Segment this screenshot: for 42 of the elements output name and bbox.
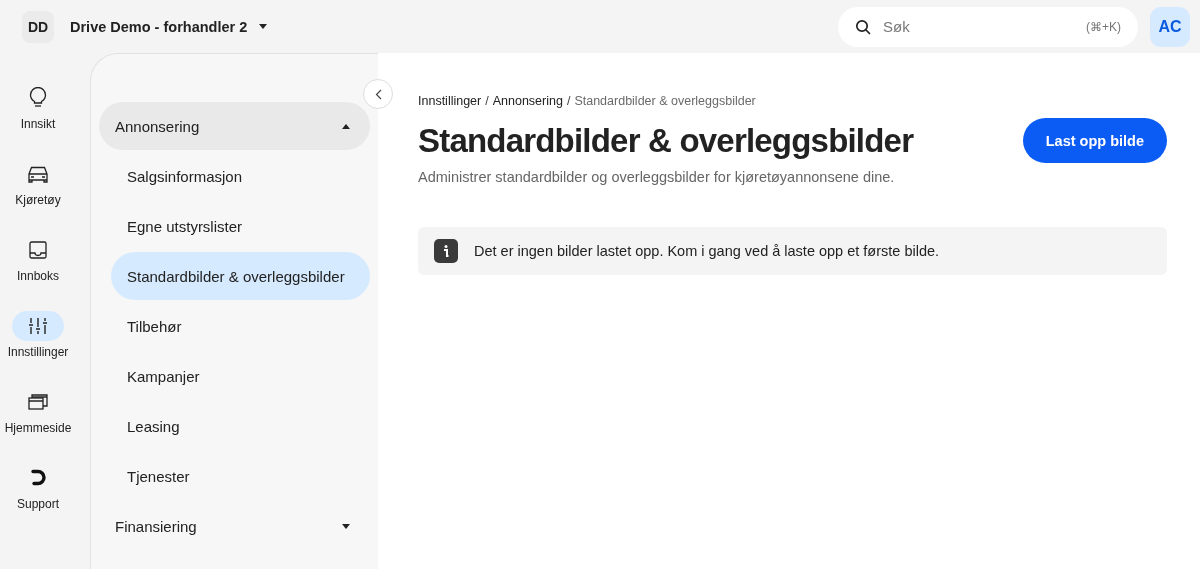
search-input[interactable]: Søk (881, 17, 1076, 36)
rail-item[interactable]: Support (12, 463, 64, 539)
menu-item[interactable]: Egne utstyrslister (111, 202, 370, 250)
search-bar[interactable]: Søk (⌘+K) (838, 6, 1138, 47)
breadcrumb-separator: / (485, 94, 489, 108)
page-title: Standardbilder & overleggsbilder (418, 121, 914, 160)
caret-icon (342, 123, 350, 129)
org-switcher[interactable]: Drive Demo - forhandler 2 (70, 18, 268, 35)
caret-icon (259, 24, 268, 29)
inbox-icon (29, 241, 47, 259)
windows-icon (28, 393, 48, 411)
menu-item[interactable]: Standardbilder & overleggsbilder (111, 252, 370, 300)
chevron-left-icon (374, 88, 382, 100)
page-description: Administrer standardbilder og overleggsbilder for kjøretøyannonsene dine. (418, 169, 896, 185)
rail-item[interactable]: Kjøretøy (12, 159, 64, 235)
breadcrumb-link[interactable]: Innstillinger (418, 94, 482, 108)
menu-item[interactable]: Tjenester (111, 452, 370, 500)
menu-group[interactable]: Finansiering (99, 502, 370, 550)
menu-group[interactable]: Annonsering (99, 102, 370, 150)
logo-icon (30, 469, 46, 487)
org-initials[interactable]: DD (22, 10, 54, 43)
upload-button[interactable]: Last opp bilde (1022, 118, 1167, 163)
sliders-icon (28, 317, 48, 335)
notice-text: Det er ingen bilder lastet opp. Kom i gang ved å laste opp et første bilde. (474, 243, 940, 259)
breadcrumb-link[interactable]: Annonsering (492, 94, 563, 108)
user-avatar[interactable]: AC (1150, 6, 1190, 47)
car-icon (27, 165, 49, 183)
search-icon (855, 18, 871, 35)
info-icon (434, 239, 458, 263)
rail-item[interactable]: Hjemmeside (4, 387, 72, 463)
rail-item[interactable]: Innsikt (12, 83, 64, 159)
rail-item[interactable]: Innboks (12, 235, 64, 311)
caret-icon (342, 523, 350, 529)
lightbulb-icon (29, 87, 47, 109)
menu-item[interactable]: Kampanjer (111, 352, 370, 400)
menu-item[interactable]: Salgsinformasjon (111, 152, 370, 200)
breadcrumb-separator: / (566, 94, 571, 108)
shortcut-hint: (⌘+K) (1086, 19, 1121, 34)
menu-item[interactable]: Tilbehør (111, 302, 370, 350)
rail-item[interactable]: Innstillinger (7, 311, 69, 387)
menu-item[interactable]: Leasing (111, 402, 370, 450)
breadcrumb-current: Standardbilder & overleggsbilder (574, 94, 756, 108)
